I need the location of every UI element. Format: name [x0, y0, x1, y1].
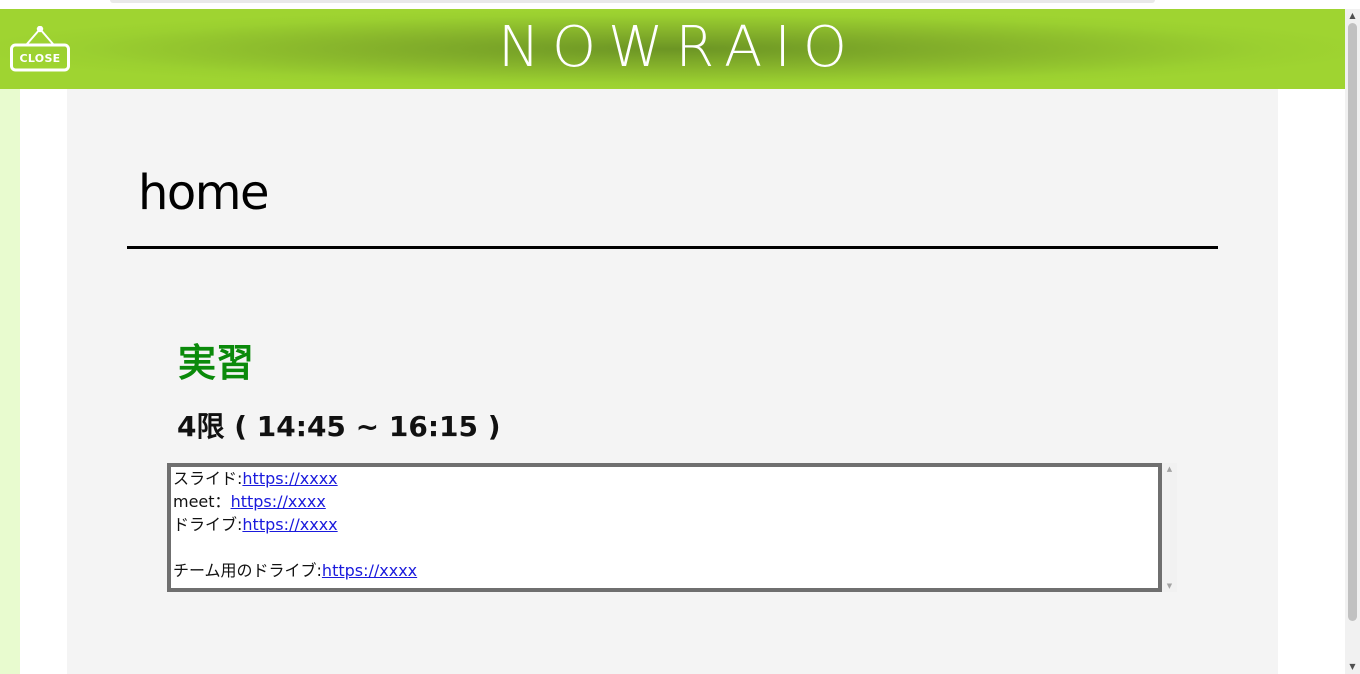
triangle-up-icon[interactable]: ▲ — [1162, 463, 1177, 475]
notes-label: スライド: — [173, 469, 243, 488]
notes-label: meet： — [173, 492, 231, 511]
notes-label: チーム用のドライブ: — [173, 561, 322, 580]
drive-link[interactable]: https://xxxx — [242, 515, 337, 534]
triangle-down-icon[interactable]: ▼ — [1345, 660, 1360, 674]
triangle-down-icon[interactable]: ▼ — [1162, 580, 1177, 592]
notes-line-drive: ドライブ:https://xxxx — [171, 513, 1158, 536]
period-heading: 4限 ( 14:45 ~ 16:15 ) — [177, 410, 501, 443]
notes-line-team-drive: チーム用のドライブ:https://xxxx — [171, 559, 1158, 582]
top-strip-bar — [110, 0, 1155, 3]
content-panel: home 実習 4限 ( 14:45 ~ 16:15 ) スライド:https:… — [67, 89, 1278, 674]
side-stripe — [0, 89, 20, 674]
triangle-up-icon[interactable]: ▲ — [1345, 9, 1360, 23]
slides-link[interactable]: https://xxxx — [242, 469, 337, 488]
page-scrollbar[interactable]: ▲ ▼ — [1345, 9, 1360, 674]
scrollbar-thumb[interactable] — [1348, 23, 1357, 621]
top-strip — [0, 0, 1345, 9]
title-divider — [127, 246, 1218, 249]
notes-textbox[interactable]: スライド:https://xxxx meet：https://xxxx ドライブ… — [167, 463, 1162, 592]
header-banner: NOWRAIO CLOSE — [0, 9, 1345, 89]
notes-scrollbar[interactable]: ▲ ▼ — [1162, 463, 1177, 592]
notes-line-meet: meet：https://xxxx — [171, 490, 1158, 513]
close-label: CLOSE — [19, 52, 61, 65]
notes-label: ドライブ: — [173, 515, 243, 534]
notes-line-slides: スライド:https://xxxx — [171, 467, 1158, 490]
team-drive-link[interactable]: https://xxxx — [322, 561, 417, 580]
meet-link[interactable]: https://xxxx — [231, 492, 326, 511]
hanging-sign-icon — [10, 26, 70, 72]
page-title: home — [138, 165, 270, 221]
notes-line-blank — [171, 536, 1158, 559]
close-button[interactable]: CLOSE — [10, 26, 70, 72]
notes-area: スライド:https://xxxx meet：https://xxxx ドライブ… — [167, 463, 1177, 593]
app-window: NOWRAIO CLOSE home 実習 4限 ( 14:45 ~ 16:15… — [0, 0, 1360, 674]
brand-title: NOWRAIO — [498, 15, 859, 80]
subject-heading: 実習 — [178, 341, 255, 385]
